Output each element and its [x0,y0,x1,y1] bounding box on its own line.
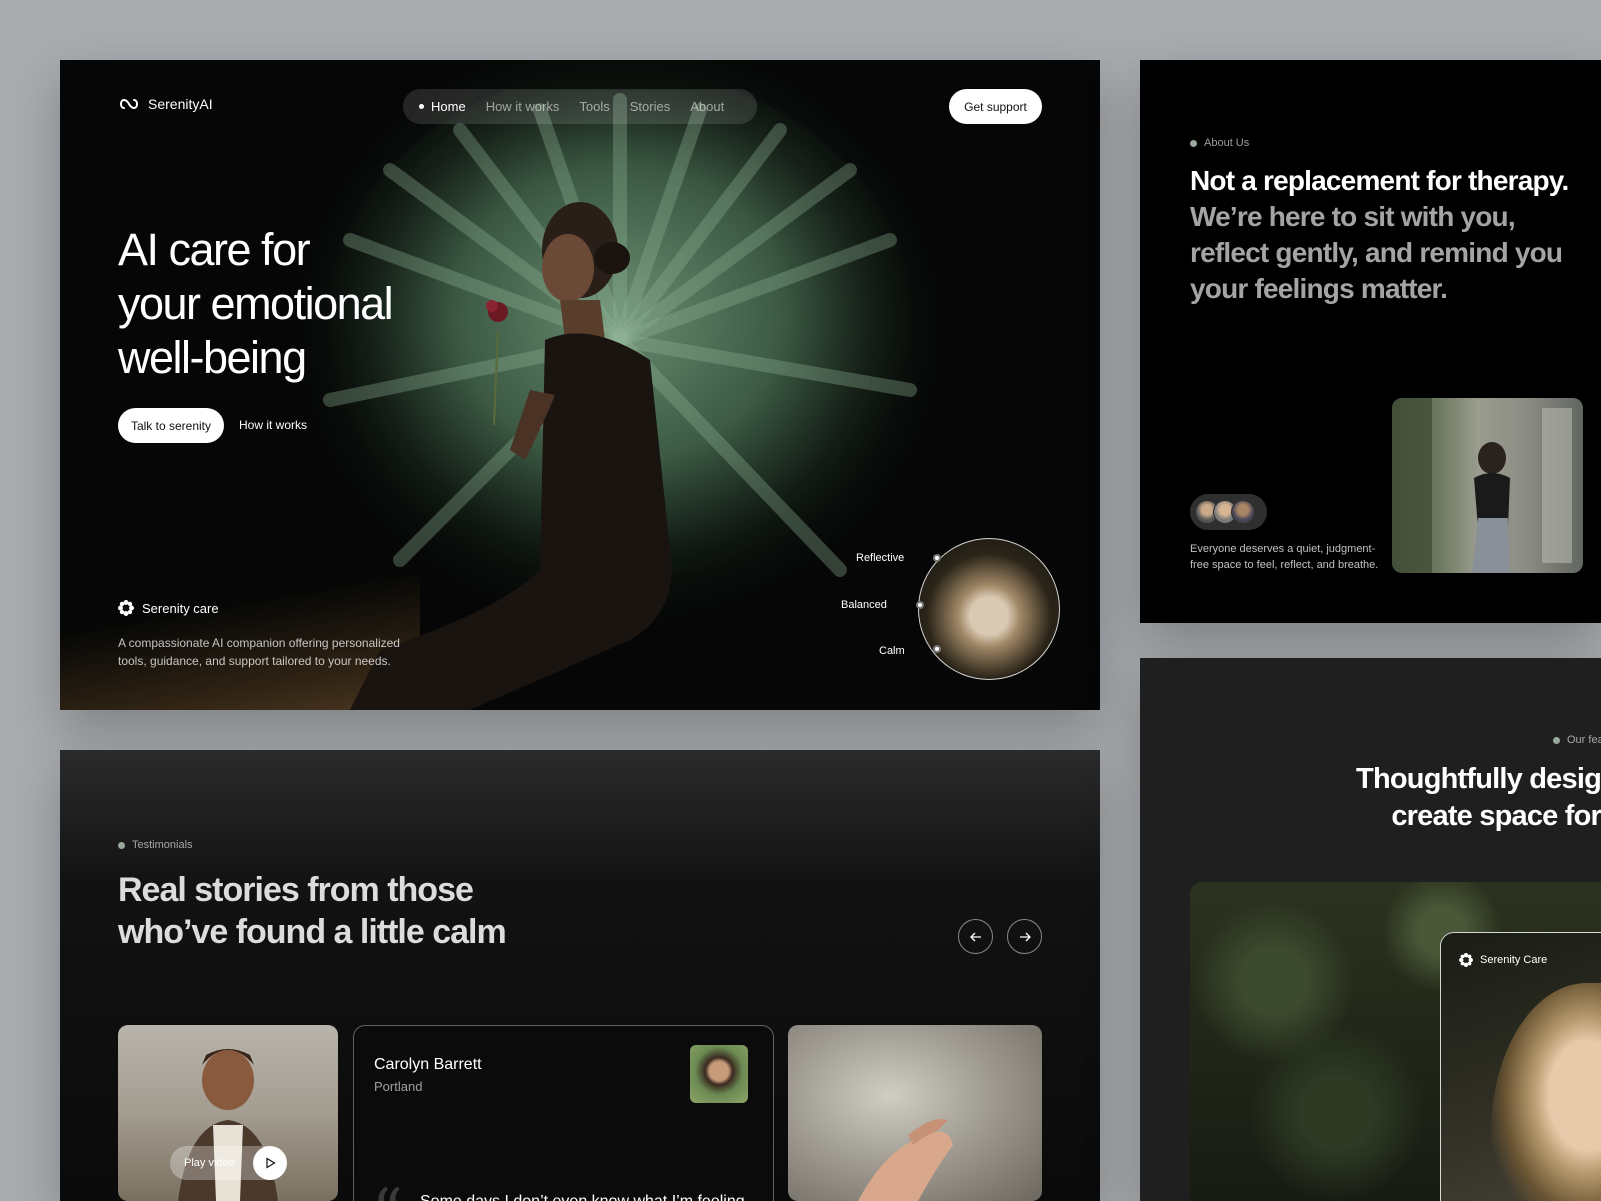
flower-badge-icon [1459,953,1473,967]
mood-balanced-dot[interactable] [916,601,924,609]
mood-reflective-dot[interactable] [933,554,941,562]
about-desc-line: free space to feel, reflect, and breathe… [1190,559,1379,571]
play-button[interactable] [253,1146,287,1180]
play-icon [266,1157,276,1169]
care-desc-line: tools, guidance, and support tailored to… [118,654,391,668]
flower-badge-icon [118,600,134,616]
window-scene-illustration [1392,398,1572,573]
hero-title-line: AI care for [118,224,311,275]
avatar-group [1190,494,1267,530]
testimonials-panel: Testimonials Real stories from those who… [60,750,1100,1201]
testimonials-title: Real stories from those who’ve found a l… [118,869,538,953]
arrow-right-icon [1019,932,1031,941]
play-video-label: Play video [184,1157,235,1169]
features-label-text: Our fea [1567,734,1601,746]
get-support-button[interactable]: Get support [949,89,1042,124]
serenity-care-card-title: Serenity Care [1480,954,1548,966]
serenity-care-heading: Serenity care [118,600,219,616]
about-description: Everyone deserves a quiet, judgment- fre… [1190,541,1380,573]
mood-selector: Reflective Balanced Calm [822,538,1060,698]
nav-item-home[interactable]: Home [419,99,466,114]
video-testimonial-card[interactable]: Play video [118,1025,338,1201]
serenity-care-title: Serenity care [142,600,219,616]
about-label-text: About Us [1204,137,1250,149]
nav-item-about[interactable]: About [690,99,724,114]
how-it-works-link[interactable]: How it works [239,418,307,432]
testimonial-author-city: Portland [374,1079,423,1094]
about-section-label: About Us [1190,137,1249,149]
hero-panel: SerenityAI Home How it works Tools Stori… [60,60,1100,710]
brand-logo[interactable]: SerenityAI [118,96,213,112]
about-title-highlight: Not a replacement for therapy. [1190,165,1569,196]
features-title-line: Thoughtfully desig [1356,763,1601,795]
avatar [1231,500,1255,524]
quote-testimonial-card: Carolyn Barrett Portland “ Some days I d… [353,1025,774,1201]
features-title: Thoughtfully desig create space for [1140,761,1601,835]
care-desc-line: A compassionate AI companion offering pe… [118,636,400,650]
mood-reflective-label[interactable]: Reflective [856,552,904,564]
hands-image-card [788,1025,1042,1201]
brand-name: SerenityAI [148,96,213,112]
mood-balanced-label[interactable]: Balanced [841,599,887,611]
testimonial-quote: Some days I don’t even know what I’m fee… [420,1193,745,1201]
about-title-rest: We’re here to sit with you, reflect gent… [1190,201,1563,304]
arrow-left-icon [969,932,981,941]
nav-item-tools[interactable]: Tools [579,99,609,114]
testimonials-label-text: Testimonials [132,839,193,851]
features-section-label: Our fea [1553,734,1601,746]
about-title: Not a replacement for therapy. We’re her… [1190,163,1590,307]
hero-title-line: well-being [118,332,307,383]
main-nav: Home How it works Tools Stories About [403,89,757,124]
features-panel: Our fea Thoughtfully desig create space … [1140,658,1601,1201]
prev-button[interactable] [958,919,993,954]
nav-item-stories[interactable]: Stories [630,99,670,114]
testimonial-author-name: Carolyn Barrett [374,1056,482,1073]
serenity-care-card[interactable]: Serenity Care [1440,932,1601,1201]
talk-to-serenity-button[interactable]: Talk to serenity [118,408,224,443]
serenity-care-description: A compassionate AI companion offering pe… [118,634,418,670]
testimonials-section-label: Testimonials [118,839,193,851]
mood-calm-dot[interactable] [933,645,941,653]
testimonials-title-line: Real stories from those [118,871,474,909]
woman-by-window-image [1392,398,1583,573]
next-button[interactable] [1007,919,1042,954]
serenity-care-card-header: Serenity Care [1459,953,1547,967]
hero-title-line: your emotional [118,278,394,329]
quote-mark-icon: “ [372,1176,403,1201]
hero-title: AI care for your emotional well-being [118,223,478,385]
mood-calm-label[interactable]: Calm [879,645,905,657]
about-panel: About Us Not a replacement for therapy. … [1140,60,1601,623]
features-title-line: create space for [1391,800,1601,832]
nav-item-how-it-works[interactable]: How it works [486,99,560,114]
infinity-link-icon [120,98,138,110]
hands-image [858,1119,953,1201]
testimonials-title-line: who’ve found a little calm [118,913,507,951]
smiling-woman-image [1491,983,1601,1201]
about-desc-line: Everyone deserves a quiet, judgment- [1190,543,1376,555]
testimonial-author-avatar [690,1045,748,1103]
